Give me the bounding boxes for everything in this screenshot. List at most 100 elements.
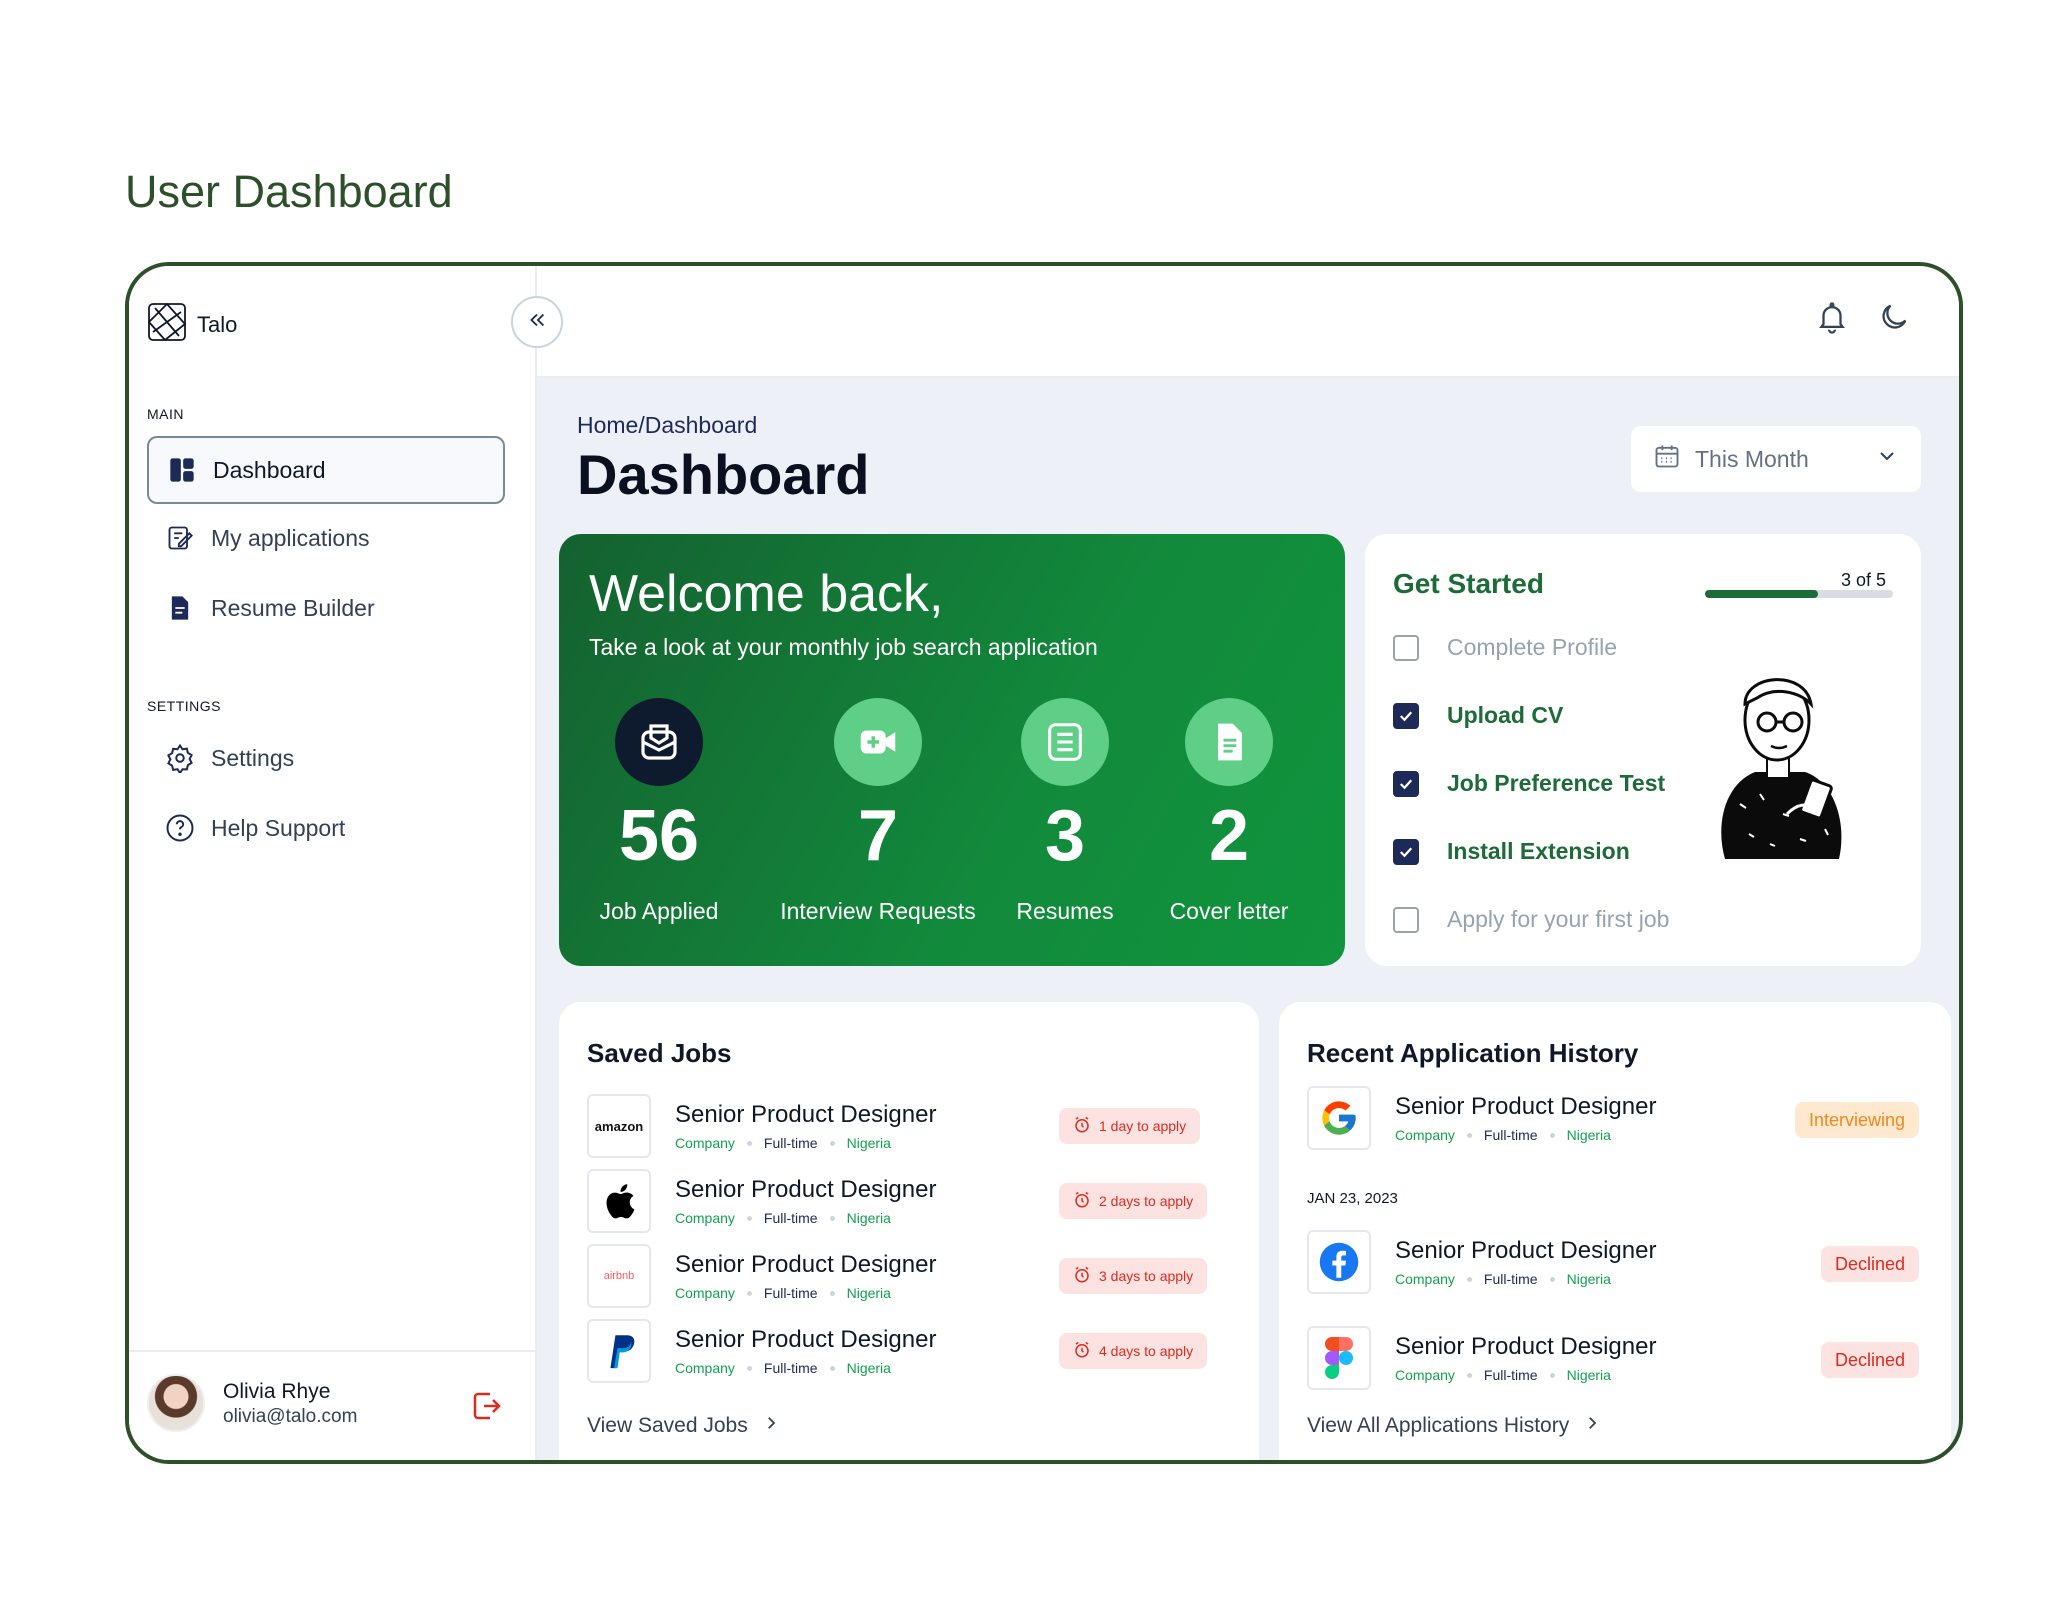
job-title: Senior Product Designer [1395, 1333, 1657, 1360]
task-label: Complete Profile [1447, 634, 1618, 660]
job-company: Company [1395, 1367, 1455, 1383]
bell-icon[interactable] [1815, 300, 1849, 339]
deadline-text: 3 days to apply [1099, 1268, 1194, 1284]
page-title: User Dashboard [125, 166, 453, 217]
sidebar-item-label: My applications [211, 524, 370, 551]
edit-note-icon [165, 523, 195, 553]
collapse-sidebar-button[interactable] [511, 296, 563, 348]
job-location: Nigeria [1566, 1367, 1611, 1383]
brand-name: Talo [197, 312, 238, 337]
separator-dot [746, 1290, 752, 1296]
task-install-extension[interactable]: Install Extension [1393, 838, 1630, 865]
separator-dot [1549, 1132, 1555, 1138]
alarm-clock-icon [1073, 1266, 1091, 1287]
separator-dot [746, 1365, 752, 1371]
welcome-card: Welcome back, Take a look at your monthl… [559, 534, 1345, 966]
view-saved-jobs-link[interactable]: View Saved Jobs [587, 1414, 780, 1438]
google-icon [1307, 1086, 1371, 1150]
sidebar-item-label: Settings [211, 744, 295, 771]
separator-dot [746, 1215, 752, 1221]
job-company: Company [675, 1360, 735, 1376]
job-type: Full-time [763, 1285, 818, 1301]
view-all-history-label: View All Applications History [1307, 1414, 1570, 1437]
breadcrumb[interactable]: Home/Dashboard [577, 412, 757, 439]
saved-job-row[interactable]: amazon Senior Product Designer Company Fu… [587, 1094, 936, 1158]
progress-bar [1705, 590, 1893, 598]
task-job-preference-test[interactable]: Job Preference Test [1393, 770, 1665, 797]
app-window: Talo MAIN Dashboard My applications Resu… [125, 262, 1963, 1464]
settings-section-label: SETTINGS [147, 698, 222, 714]
separator-dot [1466, 1276, 1472, 1282]
brand[interactable]: Talo [147, 302, 237, 348]
separator-dot [829, 1140, 835, 1146]
amazon-logo-text: amazon [594, 1118, 644, 1134]
job-company: Company [675, 1135, 735, 1151]
progress-label: 3 of 5 [1841, 570, 1887, 590]
saved-job-row[interactable]: Senior Product Designer Company Full-time… [587, 1169, 936, 1233]
job-title: Senior Product Designer [675, 1101, 937, 1128]
job-company: Company [675, 1210, 735, 1226]
calendar-icon [1653, 442, 1681, 476]
checkbox-unchecked[interactable] [1393, 634, 1419, 661]
view-all-history-link[interactable]: View All Applications History [1307, 1414, 1601, 1438]
checkbox-unchecked[interactable] [1393, 906, 1419, 933]
task-complete-profile[interactable]: Complete Profile [1393, 634, 1617, 661]
separator-dot [829, 1365, 835, 1371]
chevron-right-icon [1583, 1414, 1601, 1438]
job-title: Senior Product Designer [1395, 1093, 1657, 1120]
deadline-badge: 4 days to apply [1059, 1333, 1208, 1369]
separator-dot [1466, 1132, 1472, 1138]
document-icon [165, 593, 195, 623]
alarm-clock-icon [1073, 1191, 1091, 1212]
view-saved-jobs-label: View Saved Jobs [587, 1414, 748, 1437]
task-apply-first-job[interactable]: Apply for your first job [1393, 906, 1669, 933]
history-row[interactable]: Senior Product Designer Company Full-time… [1307, 1086, 1656, 1150]
sidebar-item-dashboard[interactable]: Dashboard [147, 436, 505, 504]
stat-cover-letter[interactable]: 2 Cover letter [1139, 698, 1319, 925]
gear-icon [165, 743, 195, 773]
application-history-card: Recent Application History Senior Produc… [1279, 1002, 1951, 1460]
status-badge-declined: Declined [1821, 1246, 1920, 1282]
get-started-title: Get Started [1393, 568, 1544, 599]
job-type: Full-time [1483, 1127, 1538, 1143]
inbox-icon [615, 698, 703, 786]
logout-icon[interactable] [469, 1388, 505, 1429]
welcome-subheading: Take a look at your monthly job search a… [589, 634, 1098, 660]
checkbox-checked[interactable] [1393, 838, 1419, 865]
stat-job-applied[interactable]: 56 Job Applied [559, 698, 759, 925]
task-upload-cv[interactable]: Upload CV [1393, 702, 1563, 729]
list-icon [1021, 698, 1109, 786]
sidebar-item-help-support[interactable]: Help Support [147, 794, 505, 862]
saved-job-row[interactable]: Senior Product Designer Company Full-time… [587, 1319, 936, 1383]
history-title: Recent Application History [1307, 1038, 1639, 1068]
main-section-label: MAIN [147, 406, 184, 422]
sidebar-item-settings[interactable]: Settings [147, 724, 505, 792]
avatar[interactable] [147, 1374, 205, 1432]
moon-icon[interactable] [1877, 300, 1911, 339]
deadline-badge: 2 days to apply [1059, 1183, 1208, 1219]
amazon-logo: amazon [587, 1094, 651, 1158]
user-email: olivia@talo.com [223, 1406, 358, 1427]
stat-label: Cover letter [1169, 898, 1289, 924]
sidebar-item-label: Help Support [211, 814, 346, 841]
job-location: Nigeria [846, 1135, 891, 1151]
checkbox-checked[interactable] [1393, 770, 1419, 797]
history-row[interactable]: Senior Product Designer Company Full-time… [1307, 1230, 1656, 1294]
deadline-badge: 3 days to apply [1059, 1258, 1208, 1294]
separator-dot [1466, 1372, 1472, 1378]
dashboard-title: Dashboard [577, 443, 870, 506]
sidebar-item-my-applications[interactable]: My applications [147, 504, 505, 572]
stat-resumes[interactable]: 3 Resumes [975, 698, 1155, 925]
job-title: Senior Product Designer [675, 1251, 937, 1278]
separator-dot [1549, 1276, 1555, 1282]
job-company: Company [1395, 1271, 1455, 1287]
file-icon [1185, 698, 1273, 786]
checkbox-checked[interactable] [1393, 702, 1419, 729]
sidebar-item-resume-builder[interactable]: Resume Builder [147, 574, 505, 642]
saved-job-row[interactable]: airbnb Senior Product Designer Company Fu… [587, 1244, 936, 1308]
period-select[interactable]: This Month [1631, 426, 1921, 492]
stat-interview-requests[interactable]: 7 Interview Requests [773, 698, 983, 925]
talo-logo-icon [147, 302, 187, 348]
history-row[interactable]: Senior Product Designer Company Full-time… [1307, 1326, 1656, 1390]
sidebar-item-label: Dashboard [213, 456, 326, 483]
